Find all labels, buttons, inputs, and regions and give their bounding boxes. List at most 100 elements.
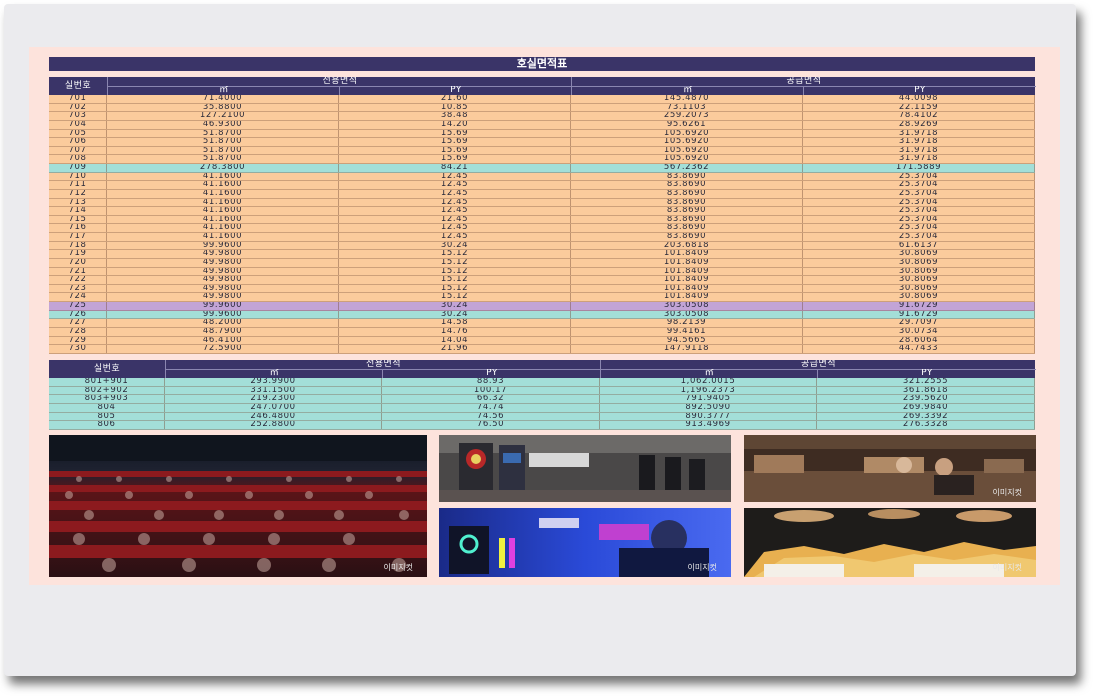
table-row: 704 46.9300 14.20 95.6261 28.9269 <box>49 120 1035 130</box>
table-cell-e-m2: 46.4100 <box>107 336 339 345</box>
table-row: 719 49.9800 15.12 101.8409 30.8069 <box>49 250 1035 259</box>
table-cell-s-py: 25.3704 <box>803 215 1035 224</box>
table-cell-unit: 802+902 <box>49 386 165 395</box>
table-row: 726 99.9600 30.24 303.0508 91.6729 <box>49 310 1035 320</box>
table-row: 713 41.1600 12.45 83.8690 25.3704 <box>49 198 1035 208</box>
table-cell-unit: 728 <box>49 328 107 336</box>
table-cell-e-py: 15.12 <box>339 276 571 284</box>
table-row: 803+903 219.2300 66.32 791.9405 239.5620 <box>49 395 1035 404</box>
table-row: 724 49.9800 15.12 101.8409 30.8069 <box>49 293 1035 303</box>
table-cell-s-m2: 83.8690 <box>571 198 803 207</box>
table-cell-s-m2: 105.6920 <box>571 129 803 138</box>
table-cell-s-py: 28.9269 <box>803 120 1035 129</box>
table-row: 722 49.9800 15.12 101.8409 30.8069 <box>49 276 1035 285</box>
table-cell-s-m2: 83.8690 <box>571 189 803 198</box>
header-exclusive-py: PY <box>382 369 601 378</box>
table-cell-s-m2: 101.8409 <box>571 250 803 258</box>
table-row: 717 41.1600 12.45 83.8690 25.3704 <box>49 233 1035 242</box>
table-cell-unit: 804 <box>49 404 165 412</box>
table-cell-e-m2: 41.1600 <box>107 207 339 215</box>
table-cell-s-m2: 83.8690 <box>571 215 803 224</box>
table-cell-unit: 706 <box>49 138 107 146</box>
table-cell-s-m2: 259.2073 <box>571 112 803 120</box>
table-cell-e-py: 21.60 <box>339 95 571 103</box>
table-cell-s-m2: 83.8690 <box>571 224 803 233</box>
table-row: 705 51.8700 15.69 105.6920 31.9718 <box>49 129 1035 139</box>
table-cell-unit: 713 <box>49 198 107 207</box>
table-cell-unit: 714 <box>49 207 107 215</box>
table-cell-s-py: 31.9718 <box>803 155 1035 164</box>
table-cell-unit: 711 <box>49 181 107 189</box>
table-cell-unit: 717 <box>49 233 107 241</box>
header-supply-sqm: ㎡ <box>571 86 804 95</box>
table-cell-unit: 806 <box>49 421 165 429</box>
table-row: 708 51.8700 15.69 105.6920 31.9718 <box>49 155 1035 165</box>
table-cell-e-py: 15.69 <box>339 129 571 138</box>
table-cell-unit: 703 <box>49 112 107 120</box>
table-row: 716 41.1600 12.45 83.8690 25.3704 <box>49 224 1035 234</box>
table-cell-s-py: 276.3328 <box>817 421 1035 429</box>
table1-header: 실번호 전용면적 공급면적 ㎡ PY ㎡ PY <box>49 77 1036 95</box>
table-cell-s-py: 361.8618 <box>817 386 1035 395</box>
table-cell-e-py: 30.24 <box>339 241 571 250</box>
table-cell-e-m2: 48.7900 <box>107 328 339 336</box>
table1-body: 701 71.4000 21.60 145.4870 44.0098 702 35.8800… <box>49 95 1035 354</box>
table-cell-e-py: 14.58 <box>339 319 571 327</box>
table-cell-unit: 710 <box>49 172 107 181</box>
table-cell-s-py: 30.8069 <box>803 284 1035 293</box>
table-cell-e-py: 15.12 <box>339 258 571 267</box>
table-cell-e-m2: 293.9900 <box>165 378 382 386</box>
table-cell-e-m2: 49.9800 <box>107 258 339 267</box>
table-row: 727 48.2000 14.58 98.2139 29.7097 <box>49 319 1035 328</box>
table-cell-unit: 721 <box>49 267 107 276</box>
table-cell-e-py: 14.20 <box>339 120 571 129</box>
table-row: 806 252.8800 76.50 913.4969 276.3328 <box>49 421 1035 430</box>
cinema-audience-photo: 이미지컷 <box>49 435 427 577</box>
table-cell-unit: 707 <box>49 146 107 155</box>
table-cell-s-py: 269.3392 <box>817 412 1035 421</box>
table-cell-e-m2: 99.9600 <box>107 302 339 310</box>
table-cell-s-py: 29.7097 <box>803 319 1035 327</box>
table-row: 723 49.9800 15.12 101.8409 30.8069 <box>49 284 1035 294</box>
table-cell-e-m2: 278.3800 <box>107 164 339 172</box>
table-cell-unit: 803+903 <box>49 395 165 403</box>
table-cell-e-m2: 41.1600 <box>107 198 339 207</box>
table-cell-unit: 719 <box>49 250 107 258</box>
table-cell-unit: 724 <box>49 293 107 302</box>
image-caption: 이미지컷 <box>992 488 1022 497</box>
header-exclusive-sqm: ㎡ <box>107 86 340 95</box>
table-cell-e-py: 15.12 <box>339 284 571 293</box>
header-supply-py: PY <box>817 369 1036 378</box>
table-cell-s-m2: 95.6261 <box>571 120 803 129</box>
header-exclusive-sqm: ㎡ <box>165 369 383 378</box>
table-cell-s-m2: 791.9405 <box>600 395 817 403</box>
table-row: 804 247.0700 74.74 892.5090 269.9840 <box>49 404 1035 413</box>
page-title: 호실면적표 <box>49 57 1035 71</box>
table-cell-s-py: 44.7433 <box>803 345 1035 353</box>
table-row: 712 41.1600 12.45 83.8690 25.3704 <box>49 189 1035 199</box>
table-cell-s-py: 31.9718 <box>803 129 1035 138</box>
header-supply-py: PY <box>803 86 1036 95</box>
table-cell-s-py: 269.9840 <box>817 404 1035 412</box>
table-cell-e-m2: 41.1600 <box>107 189 339 198</box>
table-cell-s-m2: 83.8690 <box>571 207 803 215</box>
table-cell-e-py: 76.50 <box>382 421 600 429</box>
table-cell-e-py: 12.45 <box>339 215 571 224</box>
table-cell-e-py: 14.76 <box>339 328 571 336</box>
table-cell-unit: 730 <box>49 345 107 353</box>
table-cell-s-py: 30.8069 <box>803 293 1035 302</box>
table-row: 702 35.8800 10.85 73.1103 22.1159 <box>49 103 1035 113</box>
table-cell-e-py: 15.12 <box>339 250 571 258</box>
table-cell-e-py: 100.17 <box>382 386 600 395</box>
table-cell-s-m2: 98.2139 <box>571 319 803 327</box>
table-row: 721 49.9800 15.12 101.8409 30.8069 <box>49 267 1035 277</box>
table-cell-s-py: 25.3704 <box>803 189 1035 198</box>
image-caption: 이미지컷 <box>383 563 413 572</box>
table-cell-e-py: 74.56 <box>382 412 600 421</box>
table-cell-s-py: 239.5620 <box>817 395 1035 403</box>
table-cell-e-m2: 331.1500 <box>165 386 382 395</box>
table-cell-s-m2: 105.6920 <box>571 155 803 164</box>
table-cell-e-m2: 246.4800 <box>165 412 382 421</box>
table-cell-s-py: 30.8069 <box>803 258 1035 267</box>
table-row: 729 46.4100 14.04 94.5665 28.6064 <box>49 336 1035 346</box>
